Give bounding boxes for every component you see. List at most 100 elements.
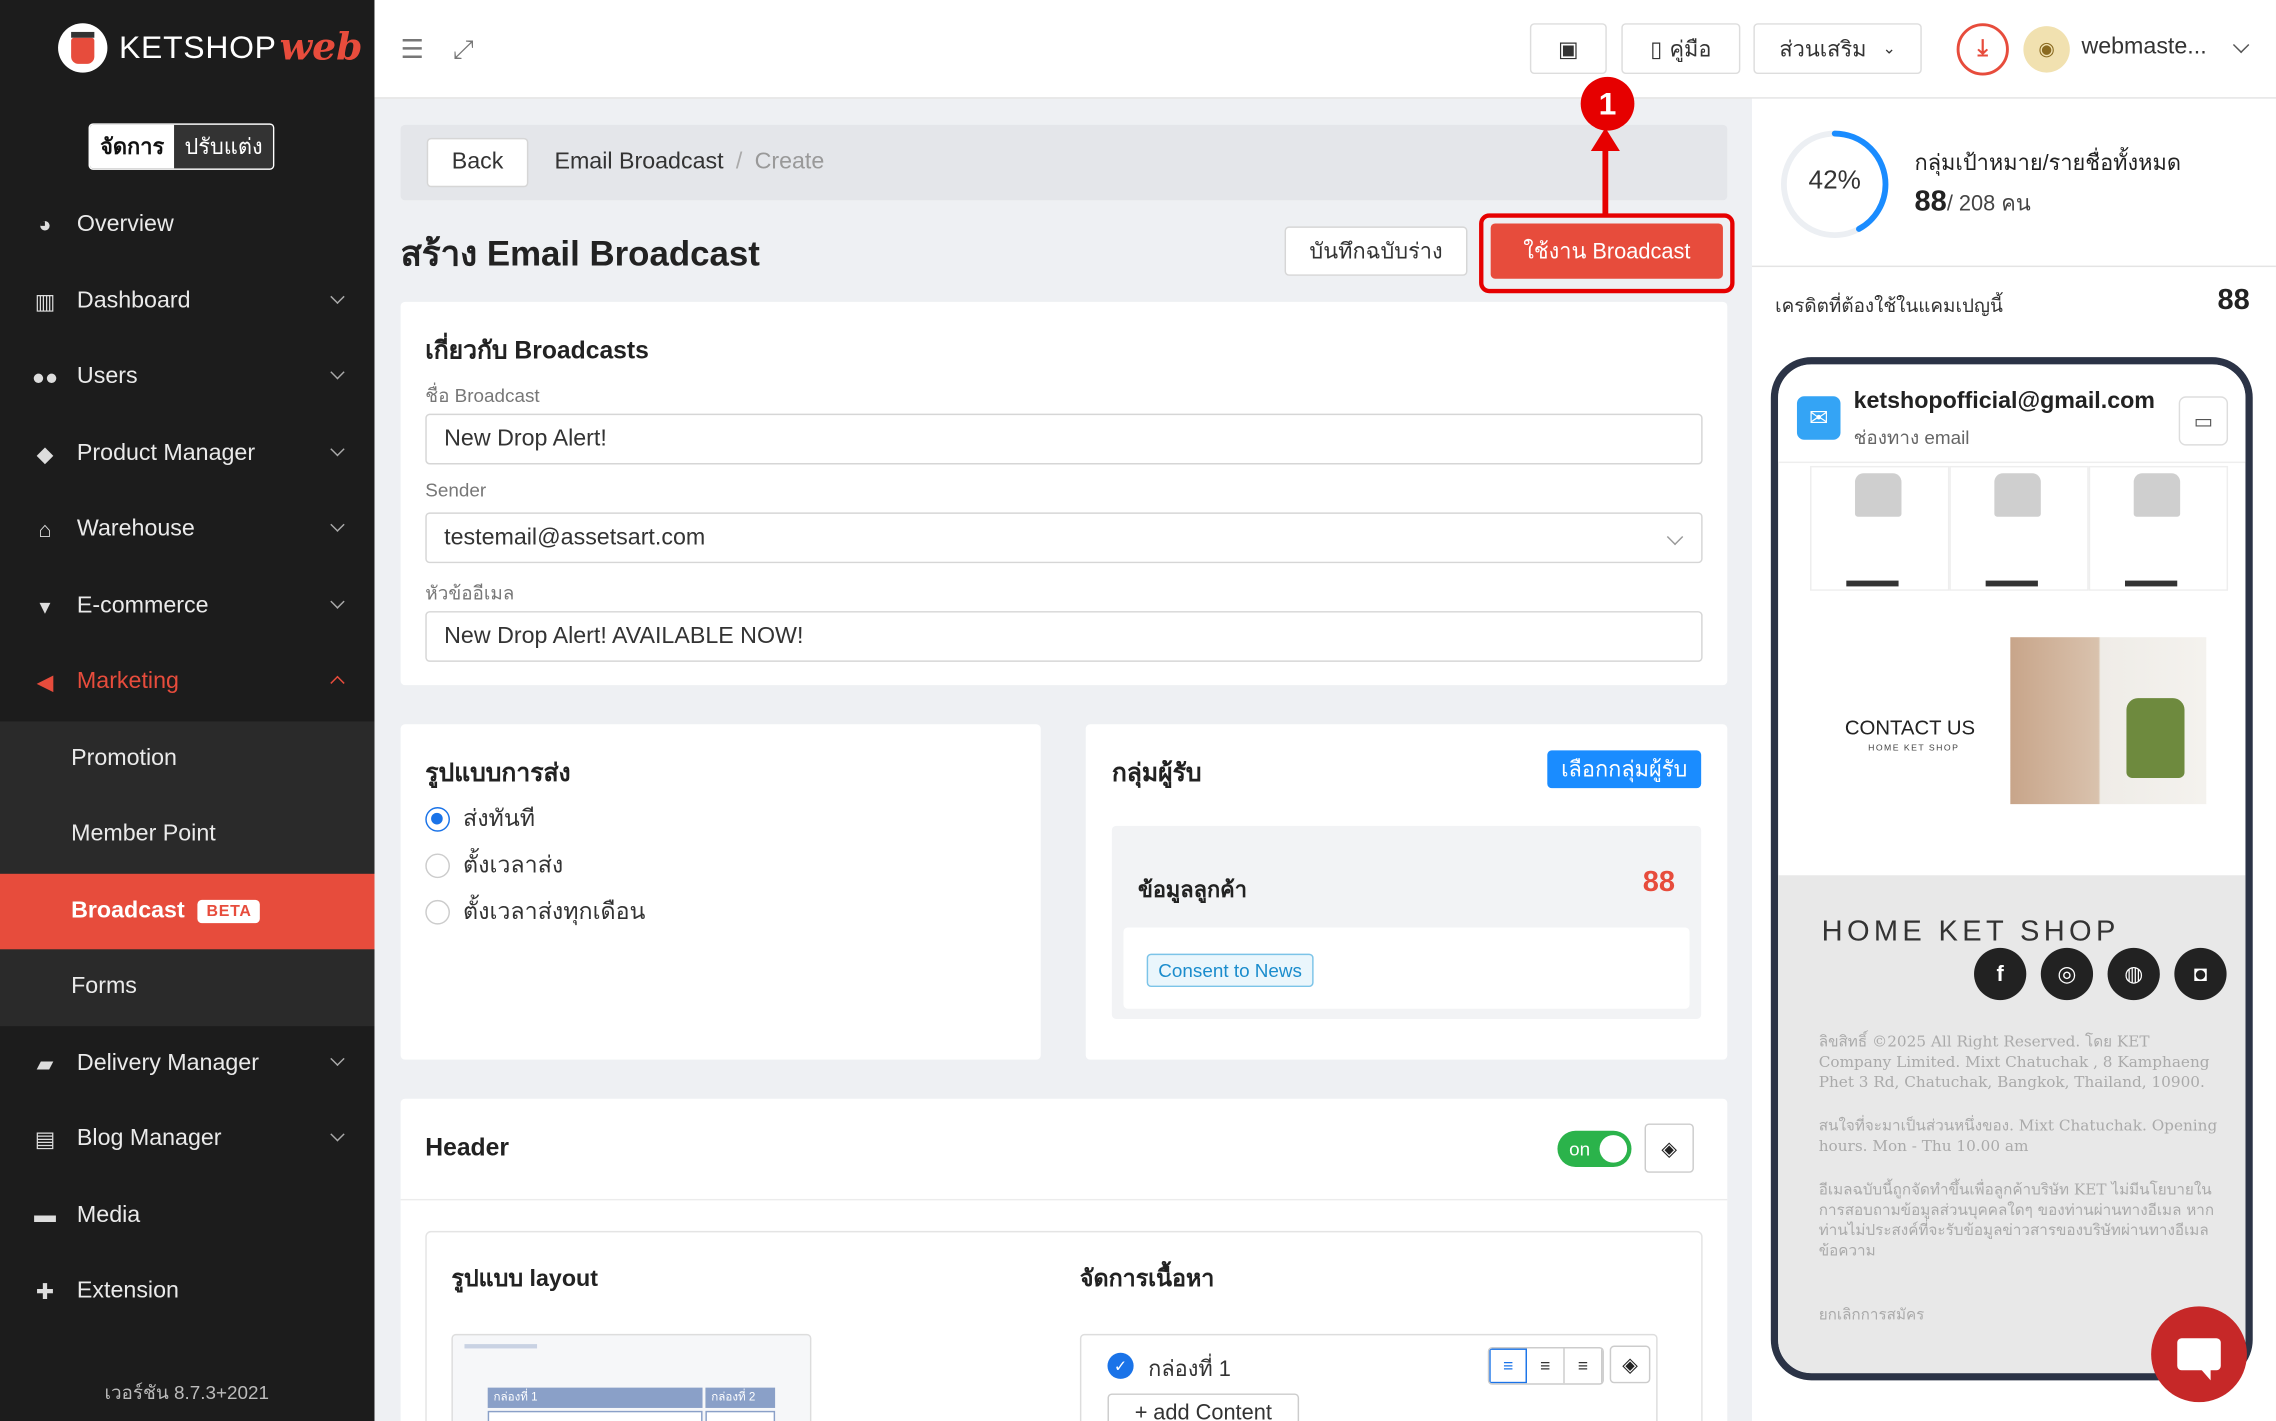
chevron-down-icon[interactable]	[2232, 36, 2250, 54]
annotation-marker: 1	[1580, 76, 1635, 131]
send-type-title: รูปแบบการส่ง	[425, 759, 571, 787]
sidebar-item-warehouse[interactable]: ⌂ Warehouse	[0, 492, 374, 568]
schedule-option[interactable]: ตั้งเวลาส่ง	[425, 848, 563, 884]
chevron-down-icon	[330, 517, 345, 532]
chevron-down-icon	[330, 365, 345, 380]
chevron-down-icon	[330, 1050, 345, 1066]
broadcast-name-input[interactable]: New Drop Alert!	[425, 413, 1703, 465]
layout-dots-icon: ●●●	[705, 1410, 776, 1421]
sidebar-item-marketing[interactable]: ◀ Marketing	[0, 644, 374, 720]
desktop-preview-button[interactable]: ▭	[2178, 396, 2229, 446]
book-icon: ▯	[1650, 37, 1663, 62]
sidebar-item-member-point[interactable]: Member Point	[0, 797, 374, 873]
about-title: เกี่ยวกับ Broadcasts	[425, 336, 649, 365]
product-card	[1810, 465, 1950, 591]
collapse-sidebar-icon[interactable]: ☰	[401, 35, 424, 65]
target-label: กลุ่มเป้าหมาย/รายชื่อทั้งหมด	[1914, 150, 2181, 176]
download-button[interactable]: ⤓	[1956, 23, 2009, 76]
radio-selected[interactable]	[425, 807, 450, 832]
contact-us-heading: CONTACT US	[1844, 715, 1976, 739]
schedule-monthly-option[interactable]: ตั้งเวลาส่งทุกเดือน	[425, 894, 645, 930]
consent-tag[interactable]: Consent to News	[1146, 953, 1314, 988]
subject-input[interactable]: New Drop Alert! AVAILABLE NOW!	[425, 611, 1703, 662]
radio[interactable]	[425, 899, 450, 925]
sidebar-item-media[interactable]: ▬ Media	[0, 1178, 374, 1254]
target-percent: 42%	[1808, 165, 1861, 195]
sidebar-item-label: Overview	[76, 212, 174, 237]
instagram-icon[interactable]: ◎	[2040, 947, 2094, 1001]
back-button[interactable]: Back	[426, 137, 529, 188]
download-icon: ⤓	[1977, 36, 1988, 61]
sidebar-item-delivery-manager[interactable]: ▰ Delivery Manager	[0, 1025, 374, 1101]
users-icon: ●●	[31, 365, 59, 391]
avatar[interactable]: ◉	[2023, 26, 2070, 73]
header-toggle[interactable]: on	[1557, 1130, 1632, 1168]
sidebar-item-ecommerce[interactable]: ▾ E-commerce	[0, 568, 374, 644]
use-broadcast-button[interactable]: ใช้งาน Broadcast	[1490, 223, 1723, 279]
content-paint-button[interactable]: ◈	[1609, 1345, 1651, 1384]
send-now-option[interactable]: ส่งทันที	[425, 801, 535, 837]
sender-select[interactable]: testemail@assetsart.com	[425, 512, 1703, 564]
sidebar-item-promotion[interactable]: Promotion	[0, 721, 374, 797]
check-icon[interactable]: ✓	[1107, 1352, 1134, 1379]
line-icon[interactable]: ◍	[2107, 947, 2160, 1001]
fullscreen-icon[interactable]: ⤢	[453, 35, 474, 65]
select-recipients-button[interactable]: เลือกกลุ่มผู้รับ	[1547, 750, 1702, 789]
guide-button[interactable]: ▯ คู่มือ	[1621, 23, 1741, 75]
addons-dropdown[interactable]: ส่วนเสริม ⌄	[1753, 23, 1922, 75]
email-preview-phone: ✉ ketshopofficial@gmail.com ช่องทาง emai…	[1770, 357, 2253, 1381]
paint-bucket-icon: ◈	[1661, 1135, 1678, 1160]
target-count-value: 88	[1914, 185, 1947, 218]
newspaper-icon: ▤	[34, 1128, 56, 1153]
layout-box2-label: กล่องที่ 2	[705, 1387, 776, 1408]
sidebar-item-broadcast[interactable]: Broadcast BETA	[0, 873, 375, 950]
addons-label: ส่วนเสริม	[1779, 37, 1867, 62]
username[interactable]: webmaste...	[2081, 35, 2206, 61]
sidebar-item-product-manager[interactable]: ◆ Product Manager	[0, 416, 374, 492]
preview-panel: 42% กลุ่มเป้าหมาย/รายชื่อทั้งหมด 88/ 208…	[1751, 98, 2276, 1421]
sidebar-item-label: Broadcast	[71, 898, 185, 923]
radio[interactable]	[425, 853, 450, 879]
layout-line	[464, 1344, 538, 1349]
sidebar-item-label: E-commerce	[76, 593, 209, 618]
target-total: / 208 คน	[1946, 191, 2031, 217]
paint-bucket-button[interactable]: ◈	[1644, 1123, 1694, 1173]
breadcrumb-separator: /	[735, 149, 743, 175]
tags-icon: ◆	[36, 442, 54, 468]
breadcrumb-parent[interactable]: Email Broadcast	[554, 150, 723, 175]
contact-us-sub: HOME KET SHOP	[1868, 744, 1960, 754]
align-right-icon[interactable]: ≡	[1565, 1348, 1603, 1384]
align-center-icon[interactable]: ≡	[1527, 1348, 1565, 1384]
save-draft-button[interactable]: บันทึกฉบับร่าง	[1284, 226, 1468, 276]
divider	[1751, 265, 2276, 268]
folder-icon: ▬	[34, 1203, 56, 1229]
sidebar-item-dashboard[interactable]: ▥ Dashboard	[0, 263, 374, 339]
chevron-up-icon	[330, 675, 345, 691]
mode-manage-button[interactable]: จัดการ	[89, 124, 175, 169]
topbar: ☰ ⤢ ▣ ▯ คู่มือ ส่วนเสริม ⌄ ⤓ ◉ webmaste.…	[374, 0, 2276, 99]
shopping-bag-icon[interactable]: ◘	[2174, 947, 2227, 1001]
sidebar-item-extension[interactable]: ✚ Extension	[0, 1254, 374, 1330]
mode-toggle: จัดการ ปรับแต่ง	[88, 123, 275, 170]
chevron-down-icon: ⌄	[1882, 40, 1896, 59]
sidebar-item-blog-manager[interactable]: ▤ Blog Manager	[0, 1102, 374, 1178]
logo-web: web	[279, 26, 363, 70]
chat-button[interactable]	[2151, 1306, 2247, 1403]
breadcrumb-current: Create	[754, 149, 825, 175]
bar-chart-icon: ▥	[34, 289, 56, 315]
sidebar-item-overview[interactable]: ◕ Overview	[0, 187, 374, 263]
sidebar-item-forms[interactable]: Forms	[0, 949, 374, 1025]
add-content-button[interactable]: + add Content	[1107, 1393, 1300, 1421]
sidebar-item-label: Media	[76, 1202, 141, 1228]
align-left-icon[interactable]: ≡	[1489, 1348, 1527, 1384]
facebook-icon[interactable]: f	[1974, 947, 2027, 1001]
chevron-down-icon	[330, 288, 345, 304]
ketshop-logo[interactable]: KETSHOP web	[58, 23, 363, 73]
sidebar-item-label: Forms	[71, 974, 137, 999]
mode-customize-button[interactable]: ปรับแต่ง	[174, 124, 273, 169]
language-button[interactable]: ▣	[1529, 23, 1607, 75]
layout-preview[interactable]: กล่องที่ 1 กล่องที่ 2 Brand ●●●	[451, 1333, 812, 1421]
layout-title: รูปแบบ layout	[451, 1267, 598, 1292]
sidebar-item-users[interactable]: ●● Users	[0, 340, 374, 416]
sender-label: Sender	[425, 478, 487, 501]
